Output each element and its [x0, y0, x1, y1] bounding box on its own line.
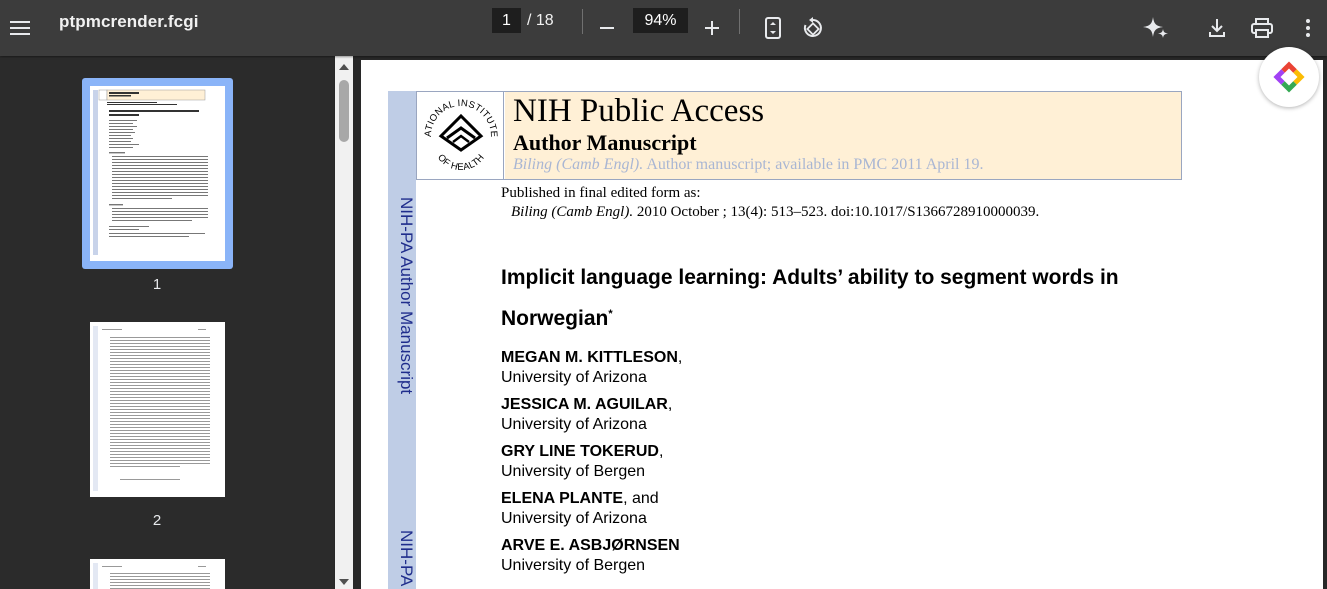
availability-text: Author manuscript; available in PMC 2011…	[643, 156, 984, 173]
published-label: Published in final edited form as:	[501, 185, 701, 201]
author-affiliation: University of Bergen	[501, 557, 646, 574]
author-entry: JESSICA M. AGUILAR, University of Arizon…	[501, 395, 682, 442]
article-title-text: Implicit language learning: Adults’ abil…	[501, 266, 1119, 330]
side-band-text: NIH-PA Author Manuscript	[397, 197, 416, 395]
author-affiliation: University of Bergen	[501, 463, 646, 480]
pdf-viewer: ptpmcrender.fcgi / 18	[0, 0, 1327, 589]
pdf-page: NIH-PA Author Manuscript NIH-PA NATIONAL…	[361, 60, 1323, 589]
article-title: Implicit language learning: Adults’ abil…	[501, 260, 1181, 337]
thumbnail-3-preview	[93, 563, 210, 589]
author-suffix: , and	[623, 490, 659, 507]
zoom-in-icon[interactable]	[696, 12, 728, 44]
author-name: GRY LINE TOKERUD	[501, 443, 659, 460]
author-suffix: ,	[658, 443, 664, 460]
citation-details: 2010 October ; 13(4): 513–523. doi:10.10…	[633, 204, 1040, 220]
author-name: ARVE E. ASBJØRNSEN	[501, 537, 680, 554]
author-entry: ELENA PLANTE, and University of Arizona	[501, 489, 682, 536]
nih-public-access-title: NIH Public Access	[513, 93, 765, 129]
availability-journal: Biling (Camb Engl).	[513, 156, 644, 173]
scrollbar-thumb[interactable]	[339, 80, 349, 142]
author-name: ELENA PLANTE	[501, 490, 624, 507]
document-viewer[interactable]: NIH-PA Author Manuscript NIH-PA NATIONAL…	[353, 56, 1327, 589]
toolbar-separator	[582, 9, 583, 34]
author-affiliation: University of Arizona	[501, 369, 647, 386]
page-thumbnail-1[interactable]	[90, 86, 225, 261]
page-thumbnail-2[interactable]	[90, 322, 225, 497]
toolbar-separator	[739, 9, 740, 34]
download-icon[interactable]	[1201, 12, 1233, 44]
thumbnail-number-1: 1	[152, 276, 162, 293]
author-suffix: ,	[667, 396, 673, 413]
author-name: JESSICA M. AGUILAR	[501, 396, 668, 413]
author-list: MEGAN M. KITTLESON, University of Arizon…	[501, 348, 682, 583]
svg-text:OF HEALTH: OF HEALTH	[435, 152, 487, 173]
author-name: MEGAN M. KITTLESON	[501, 349, 678, 366]
author-affiliation: University of Arizona	[501, 510, 647, 527]
hamburger-menu-icon[interactable]	[4, 12, 36, 44]
scroll-down-arrow-icon[interactable]	[338, 577, 350, 587]
zoom-out-icon[interactable]	[591, 12, 623, 44]
author-entry: ARVE E. ASBJØRNSEN University of Bergen	[501, 536, 682, 583]
thumbnail-number-2: 2	[152, 512, 162, 529]
published-info: Published in final edited form as: Bilin…	[501, 184, 1039, 222]
page-total: / 18	[527, 11, 554, 29]
fit-page-icon[interactable]	[757, 12, 789, 44]
document-filename: ptpmcrender.fcgi	[59, 12, 199, 31]
extension-diamond-icon	[1273, 61, 1305, 93]
thumbnail-sidebar: 1 2	[0, 56, 334, 589]
author-entry: MEGAN M. KITTLESON, University of Arizon…	[501, 348, 682, 395]
availability-line: Biling (Camb Engl). Author manuscript; a…	[513, 156, 983, 174]
author-manuscript-label: Author Manuscript	[513, 130, 697, 155]
nih-title-cell: NIH Public Access Author Manuscript Bili…	[505, 92, 1181, 179]
author-entry: GRY LINE TOKERUD, University of Bergen	[501, 442, 682, 489]
scroll-up-arrow-icon[interactable]	[338, 62, 350, 72]
nih-seal-icon: NATIONAL INSTITUTES OF HEALTH	[413, 84, 498, 173]
page-thumbnail-3[interactable]	[90, 559, 225, 589]
nih-logo: NATIONAL INSTITUTES OF HEALTH	[413, 84, 504, 179]
citation-line: Biling (Camb Engl). 2010 October ; 13(4)…	[501, 203, 1039, 222]
page-number-input[interactable]	[492, 8, 521, 33]
rotate-icon[interactable]	[797, 12, 829, 44]
nih-header: NATIONAL INSTITUTES OF HEALTH NIH Public…	[413, 84, 1182, 180]
extension-logo-icon[interactable]	[1259, 47, 1319, 107]
article-title-footnote-mark: *	[608, 308, 613, 320]
sidebar-scrollbar[interactable]	[335, 56, 353, 589]
author-affiliation: University of Arizona	[501, 416, 647, 433]
side-band-text-2: NIH-PA	[397, 530, 416, 587]
print-icon[interactable]	[1246, 12, 1278, 44]
toolbar: ptpmcrender.fcgi / 18	[0, 0, 1327, 56]
thumbnail-2-preview	[93, 326, 210, 491]
author-suffix: ,	[677, 349, 683, 366]
thumbnail-1-preview	[93, 89, 208, 255]
sparkle-icon[interactable]	[1140, 12, 1172, 44]
more-vert-icon[interactable]	[1292, 12, 1324, 44]
citation-journal: Biling (Camb Engl).	[511, 204, 634, 220]
zoom-input[interactable]	[633, 8, 688, 33]
